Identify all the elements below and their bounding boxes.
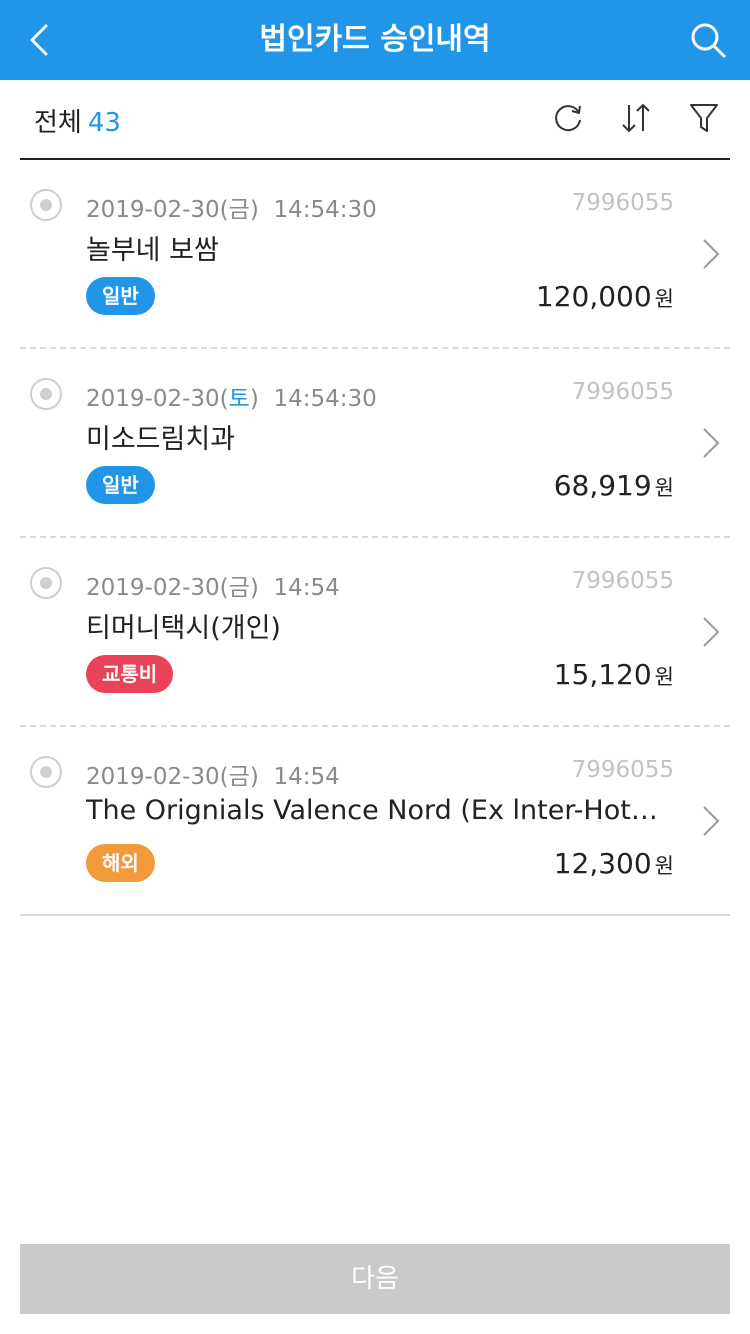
merchant-name: 티머니택시(개인) <box>86 613 281 644</box>
filter-icon[interactable] <box>686 100 722 136</box>
chevron-right-icon[interactable] <box>700 612 722 652</box>
transaction-amount: 68,919 원 <box>553 469 674 502</box>
category-badge: 일반 <box>86 466 155 504</box>
merchant-name: 놀부네 보쌈 <box>86 235 219 266</box>
sort-icon[interactable] <box>618 100 654 136</box>
total-count: 43 <box>87 108 121 138</box>
next-button[interactable]: 다음 <box>20 1244 730 1314</box>
category-badge: 해외 <box>86 844 155 882</box>
search-icon[interactable] <box>688 20 728 60</box>
app-header: 법인카드 승인내역 <box>0 0 750 80</box>
list-item[interactable]: 2019-02-30(금) 14:54 7996055 The Orignial… <box>20 727 730 916</box>
approval-number: 7996055 <box>571 379 674 405</box>
list-item[interactable]: 2019-02-30(금) 14:54:30 7996055 놀부네 보쌈 일반… <box>20 160 730 349</box>
page-title: 법인카드 승인내역 <box>259 22 491 57</box>
transaction-datetime: 2019-02-30(금) 14:54:30 <box>86 197 377 223</box>
list-item[interactable]: 2019-02-30(토) 14:54:30 7996055 미소드림치과 일반… <box>20 349 730 538</box>
refresh-icon[interactable] <box>550 100 586 136</box>
merchant-name: The Orignials Valence Nord (Ex lnter-Hot… <box>86 795 658 826</box>
merchant-name: 미소드림치과 <box>86 424 236 455</box>
list-item[interactable]: 2019-02-30(금) 14:54 7996055 티머니택시(개인) 교통… <box>20 538 730 727</box>
radio-icon[interactable] <box>30 378 62 410</box>
radio-icon[interactable] <box>30 567 62 599</box>
category-badge: 일반 <box>86 277 155 315</box>
approval-number: 7996055 <box>571 190 674 216</box>
approval-number: 7996055 <box>571 568 674 594</box>
approval-number: 7996055 <box>571 757 674 783</box>
total-label: 전체 <box>34 108 82 138</box>
transaction-list: 2019-02-30(금) 14:54:30 7996055 놀부네 보쌈 일반… <box>20 160 730 916</box>
list-toolbar: 전체 43 <box>20 80 730 160</box>
transaction-amount: 12,300 원 <box>553 847 674 880</box>
chevron-right-icon[interactable] <box>700 234 722 274</box>
transaction-amount: 120,000 원 <box>535 280 674 313</box>
category-badge: 교통비 <box>86 655 174 693</box>
transaction-datetime: 2019-02-30(금) 14:54 <box>86 764 340 790</box>
chevron-right-icon[interactable] <box>700 423 722 463</box>
radio-icon[interactable] <box>30 189 62 221</box>
total-count-label: 전체 43 <box>34 102 121 139</box>
transaction-amount: 15,120 원 <box>553 658 674 691</box>
chevron-right-icon[interactable] <box>700 801 722 841</box>
transaction-datetime: 2019-02-30(금) 14:54 <box>86 575 340 601</box>
radio-icon[interactable] <box>30 756 62 788</box>
transaction-datetime: 2019-02-30(토) 14:54:30 <box>86 386 377 412</box>
